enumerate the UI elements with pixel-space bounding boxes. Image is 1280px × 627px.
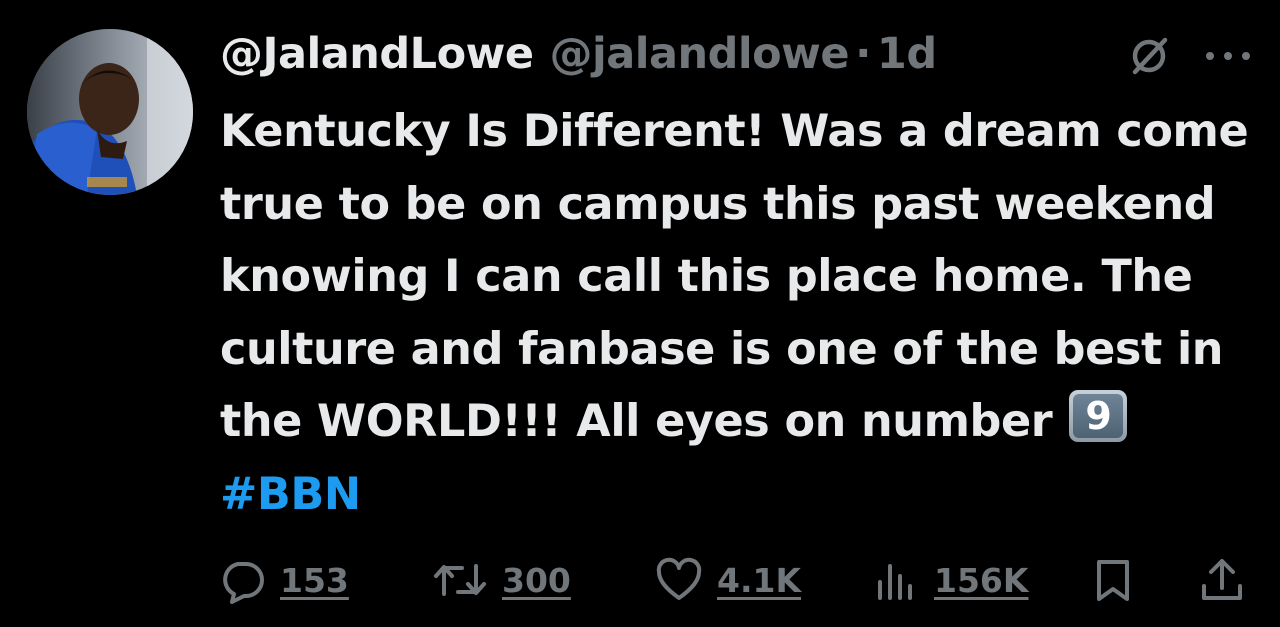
analytics-icon — [878, 564, 912, 600]
heart-icon — [656, 557, 702, 600]
separator-dot: · — [855, 29, 871, 79]
avatar[interactable] — [27, 29, 193, 195]
more-icon[interactable] — [1200, 32, 1256, 80]
keycap-digit: 9 — [1073, 394, 1124, 438]
user-handle[interactable]: @jalandlowe — [550, 29, 850, 79]
repost-count: 300 — [502, 560, 571, 600]
avatar-image — [27, 29, 193, 195]
reply-count: 153 — [280, 560, 349, 600]
tweet-header: @JalandLowe @jalandlowe · 1d — [220, 22, 937, 86]
repost-icon — [434, 564, 486, 596]
bookmark-icon — [1097, 560, 1129, 601]
views-button[interactable]: 156K — [872, 545, 1028, 615]
grok-icon[interactable] — [1125, 32, 1173, 80]
action-bar: 153 300 4.1K 156K — [0, 545, 1280, 615]
share-button[interactable] — [1198, 545, 1246, 615]
hashtag-link[interactable]: #BBN — [220, 469, 361, 520]
like-count: 4.1K — [717, 560, 802, 600]
repost-button[interactable]: 300 — [432, 545, 571, 615]
display-name[interactable]: @JalandLowe — [220, 29, 534, 79]
view-count: 156K — [934, 560, 1029, 600]
timestamp[interactable]: 1d — [877, 29, 937, 79]
comment-icon — [223, 562, 264, 604]
keycap-emoji: 9 — [1069, 390, 1128, 442]
bookmark-button[interactable] — [1089, 545, 1137, 615]
reply-button[interactable]: 153 — [218, 545, 349, 615]
like-button[interactable]: 4.1K — [655, 545, 801, 615]
tweet-text: Kentucky Is Different! Was a dream come … — [220, 96, 1260, 531]
share-icon — [1202, 559, 1242, 600]
